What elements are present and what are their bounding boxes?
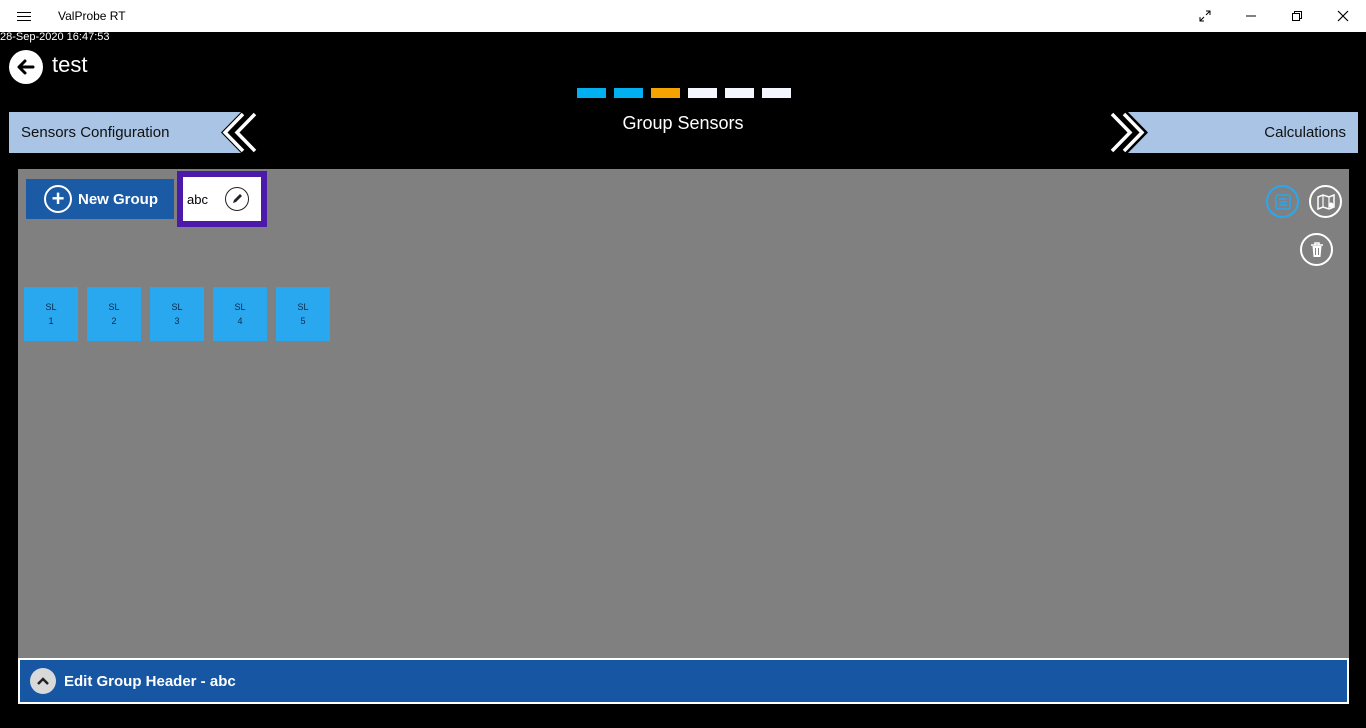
pencil-icon[interactable] [225,187,249,211]
step-indicator [577,88,791,98]
sensor-tile[interactable]: SL 2 [87,287,141,341]
step-5 [725,88,754,98]
current-step-title: Group Sensors [622,113,744,133]
sensor-tile[interactable]: SL 1 [24,287,78,341]
sensor-tile-list: SL 1 SL 2 SL 3 SL 4 SL 5 [24,287,330,341]
minimize-icon[interactable] [1228,0,1274,32]
next-step-button[interactable]: Calculations [1108,112,1358,153]
hamburger-icon[interactable] [8,0,40,32]
double-chevron-right-icon [1108,112,1156,153]
group-panel: + New Group abc SL 1 SL 2 SL 3 SL 4 SL 5 [18,169,1349,658]
step-2 [614,88,643,98]
title-bar: ValProbe RT [0,0,1366,32]
sensor-tile[interactable]: SL 3 [150,287,204,341]
edit-group-header-label: Edit Group Header - abc [64,672,236,690]
group-tab-abc[interactable]: abc [177,171,267,227]
sensor-tile[interactable]: SL 5 [276,287,330,341]
edit-group-header-bar[interactable]: Edit Group Header - abc [18,658,1349,704]
sensor-tile[interactable]: SL 4 [213,287,267,341]
close-icon[interactable] [1320,0,1366,32]
step-1 [577,88,606,98]
arrow-left-icon [17,59,35,75]
list-icon[interactable] [1266,185,1299,218]
step-3 [651,88,680,98]
trash-icon[interactable] [1300,233,1333,266]
previous-step-label: Sensors Configuration [21,124,170,141]
next-step-label: Calculations [1264,124,1346,141]
plus-circle-icon: + [44,185,72,213]
new-group-button[interactable]: + New Group [26,179,174,219]
group-tab-label: abc [187,191,208,207]
restore-icon[interactable] [1274,0,1320,32]
double-chevron-left-icon [213,112,259,153]
new-group-label: New Group [78,190,159,208]
step-6 [762,88,791,98]
expand-icon[interactable] [1182,0,1228,32]
back-button[interactable] [9,50,43,84]
previous-step-button[interactable]: Sensors Configuration [9,112,259,153]
timestamp: 28-Sep-2020 16:47:53 [0,31,110,43]
chevron-up-icon[interactable] [30,668,56,694]
page-title: test [52,52,88,77]
step-4 [688,88,717,98]
map-icon[interactable] [1309,185,1342,218]
app-title: ValProbe RT [58,9,126,23]
